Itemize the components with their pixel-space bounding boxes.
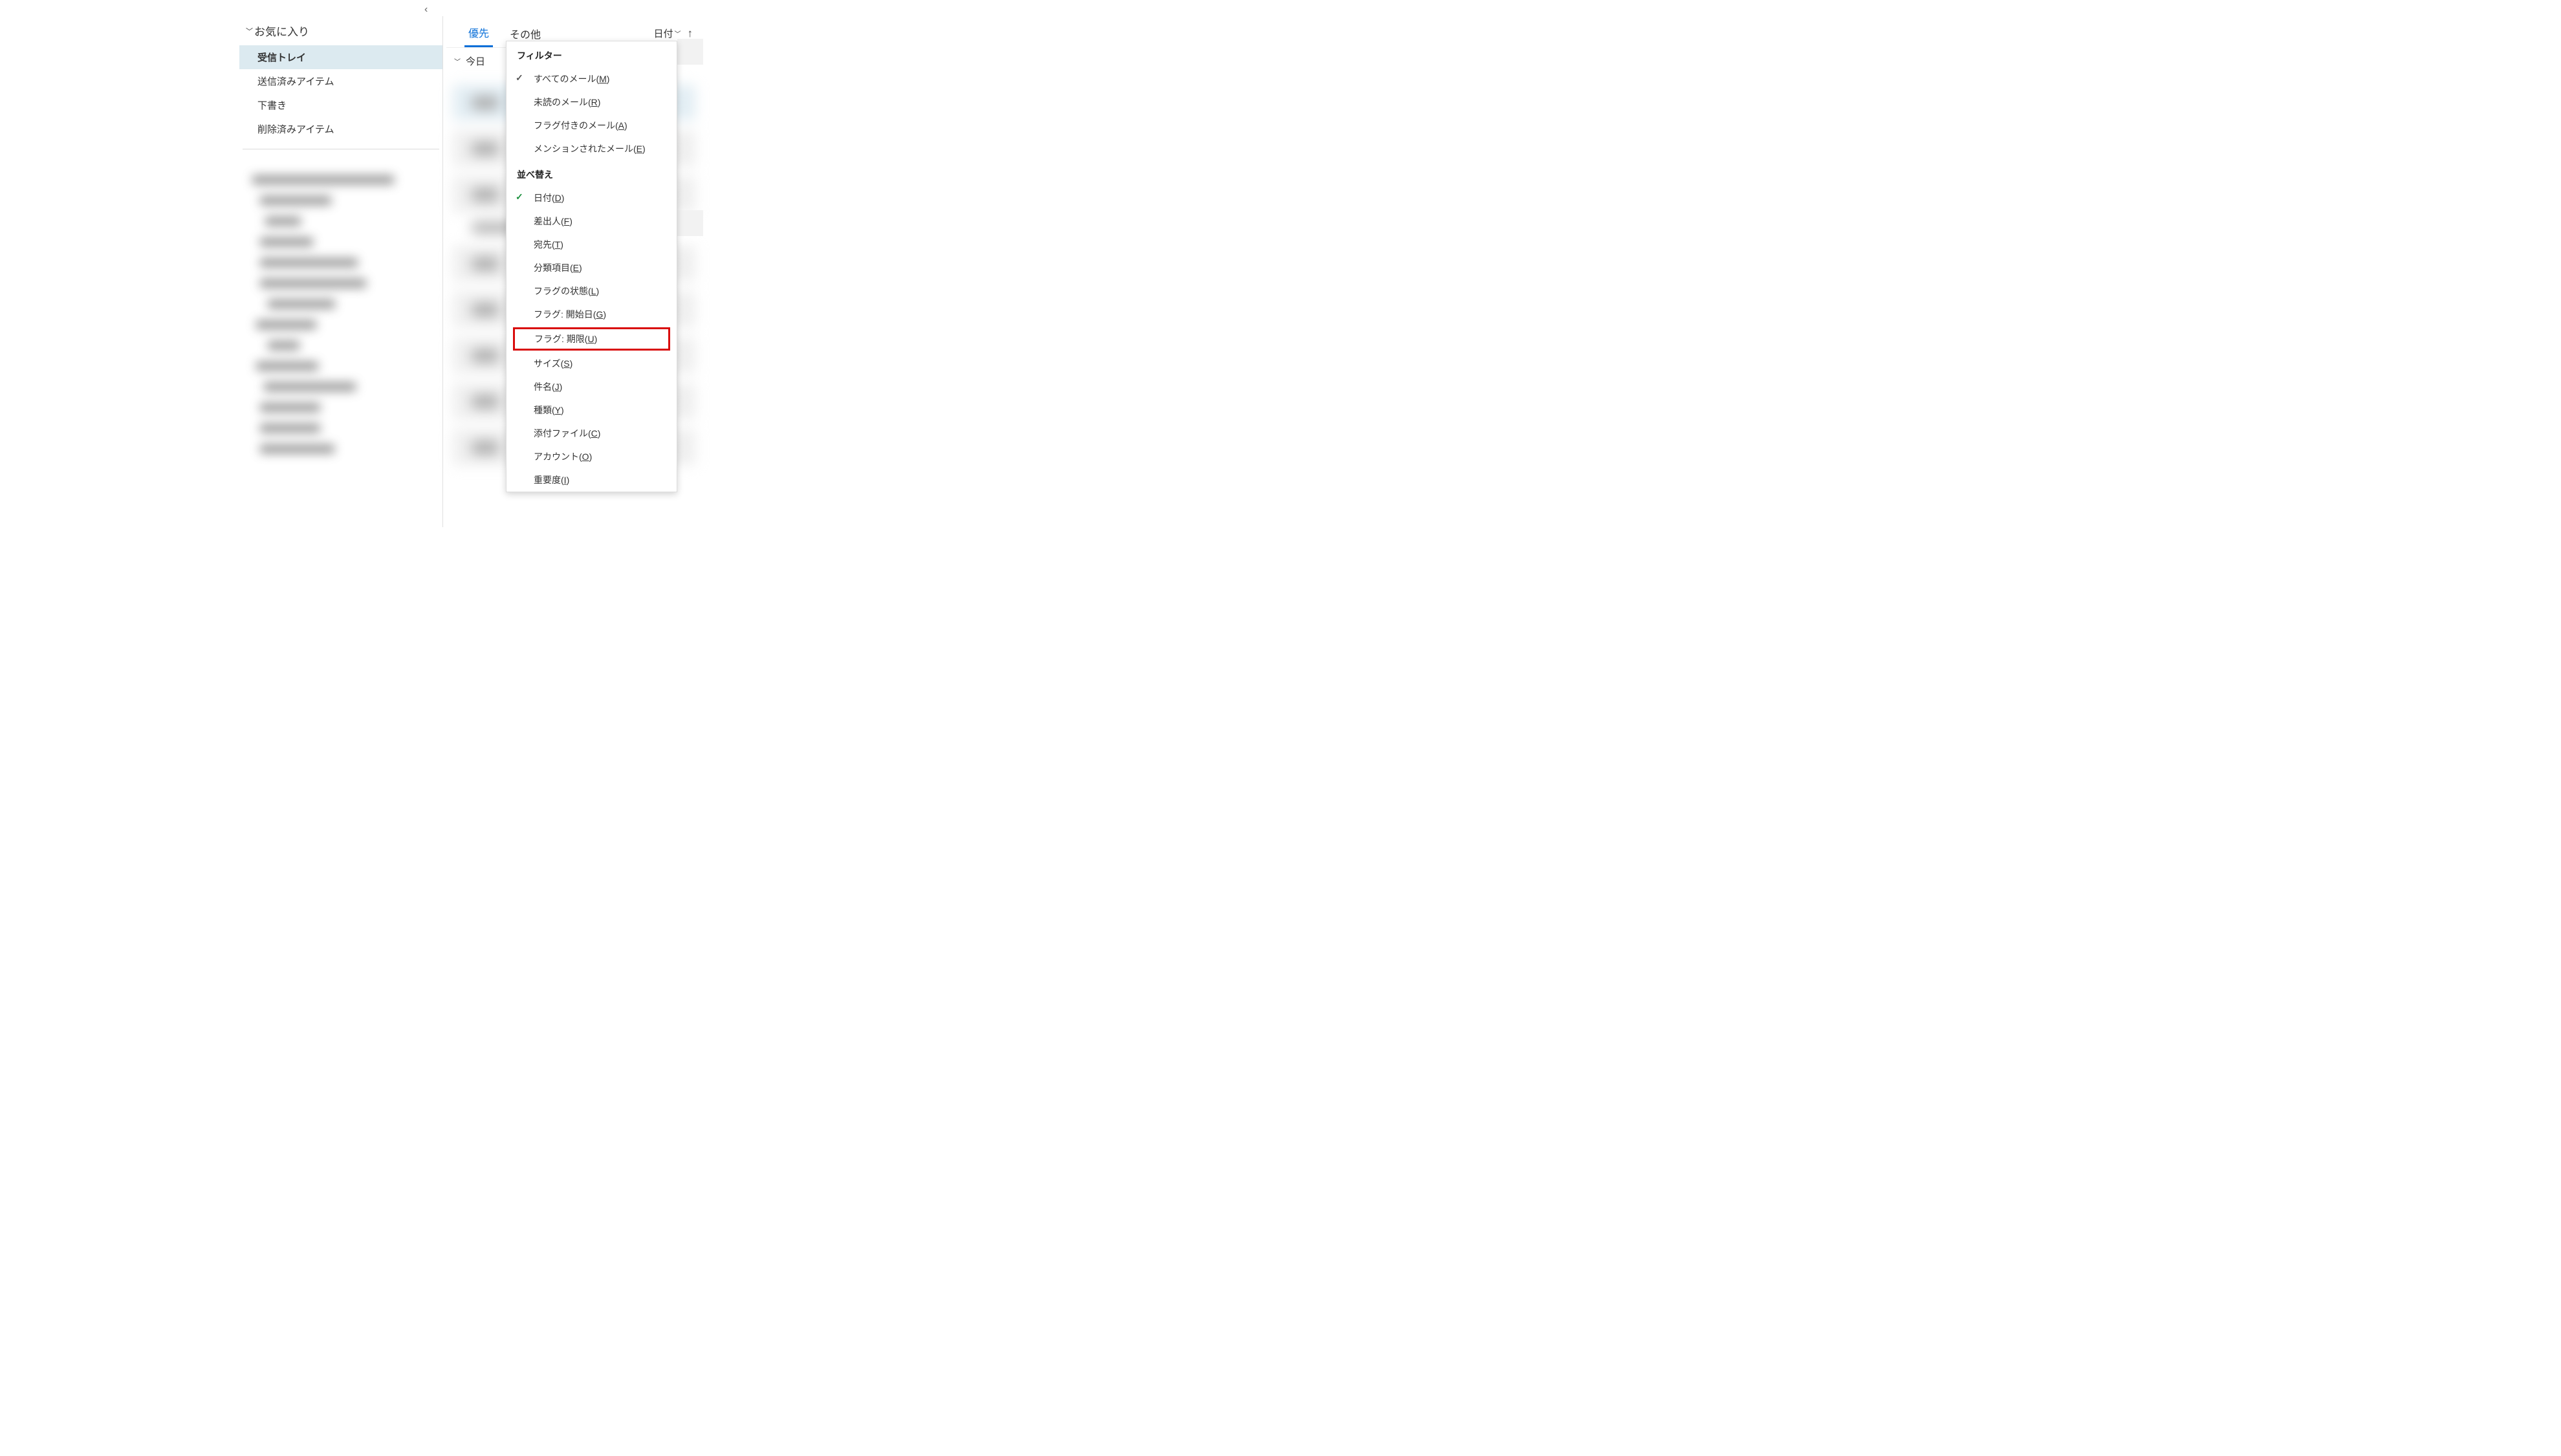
chevron-down-icon: ﹀ — [675, 28, 681, 38]
folder-item-2[interactable]: 下書き — [239, 93, 442, 117]
sort-item-label: アカウント( — [534, 451, 582, 462]
accelerator-key: U — [587, 334, 594, 344]
accelerator-key: M — [599, 74, 607, 84]
chevron-down-icon: ﹀ — [246, 26, 253, 36]
sort-item-8[interactable]: 件名(J) — [507, 375, 677, 398]
sort-item-12[interactable]: 重要度(I) — [507, 468, 677, 492]
sort-item-suffix: ) — [594, 334, 598, 344]
accelerator-key: O — [582, 451, 589, 462]
accelerator-key: E — [573, 263, 579, 273]
sort-item-label: 重要度( — [534, 475, 564, 485]
accelerator-key: S — [563, 358, 569, 369]
sort-item-4[interactable]: フラグの状態(L) — [507, 279, 677, 303]
accelerator-key: T — [555, 239, 561, 250]
sort-item-2[interactable]: 宛先(T) — [507, 233, 677, 256]
filter-item-label: すべてのメール( — [534, 74, 599, 84]
accelerator-key: G — [596, 309, 603, 320]
accelerator-key: E — [637, 144, 642, 154]
sort-item-label: フラグ: 開始日( — [534, 309, 596, 320]
accelerator-key: J — [555, 382, 560, 392]
sort-item-label: サイズ( — [534, 358, 563, 369]
filter-item-label: メンションされたメール( — [534, 144, 637, 154]
filter-item-label: フラグ付きのメール( — [534, 120, 618, 131]
sort-item-suffix: ) — [569, 216, 572, 226]
folder-list: 受信トレイ送信済みアイテム下書き削除済みアイテム — [239, 45, 442, 141]
check-icon: ✓ — [516, 191, 523, 202]
sort-item-label: 分類項目( — [534, 263, 573, 273]
sort-item-11[interactable]: アカウント(O) — [507, 445, 677, 468]
filter-item-2[interactable]: フラグ付きのメール(A) — [507, 114, 677, 137]
sort-item-suffix: ) — [560, 382, 563, 392]
sort-label: 日付 — [653, 27, 673, 40]
accelerator-key: C — [591, 428, 598, 439]
sort-item-label: フラグの状態( — [534, 286, 591, 296]
sort-item-label: 差出人( — [534, 216, 564, 226]
sort-item-9[interactable]: 種類(Y) — [507, 398, 677, 422]
sort-item-suffix: ) — [561, 193, 565, 203]
sort-item-suffix: ) — [598, 428, 601, 439]
sort-item-label: 日付( — [534, 193, 555, 203]
sort-item-suffix: ) — [579, 263, 582, 273]
sidebar: ﹀ お気に入り 受信トレイ送信済みアイテム下書き削除済みアイテム — [239, 16, 443, 527]
folder-item-1[interactable]: 送信済みアイテム — [239, 69, 442, 93]
sort-item-1[interactable]: 差出人(F) — [507, 210, 677, 233]
date-group-label: 今日 — [466, 54, 485, 68]
sort-item-0[interactable]: ✓ 日付(D) — [507, 186, 677, 210]
check-icon: ✓ — [516, 72, 523, 83]
sort-item-label: 添付ファイル( — [534, 428, 591, 439]
sort-item-5[interactable]: フラグ: 開始日(G) — [507, 303, 677, 326]
chevron-down-icon: ﹀ — [454, 56, 461, 66]
sort-item-suffix: ) — [570, 358, 573, 369]
filter-item-0[interactable]: ✓ すべてのメール(M) — [507, 67, 677, 91]
favorites-label: お気に入り — [254, 23, 309, 39]
sort-item-suffix: ) — [560, 239, 563, 250]
sort-filter-dropdown: フィルター ✓すべてのメール(M)未読のメール(R)フラグ付きのメール(A)メン… — [506, 41, 677, 492]
accelerator-key: A — [618, 120, 624, 131]
accelerator-key: R — [591, 97, 598, 107]
sort-item-suffix: ) — [561, 405, 564, 415]
filter-item-3[interactable]: メンションされたメール(E) — [507, 137, 677, 160]
filter-item-suffix: ) — [642, 144, 646, 154]
sort-item-7[interactable]: サイズ(S) — [507, 352, 677, 375]
sort-item-suffix: ) — [567, 475, 570, 485]
collapse-handle-icon[interactable]: ‹ — [424, 4, 428, 16]
filter-section-header: フィルター — [507, 41, 677, 67]
accelerator-key: F — [564, 216, 570, 226]
sort-item-3[interactable]: 分類項目(E) — [507, 256, 677, 279]
sort-direction-icon[interactable]: ↑ — [685, 27, 696, 40]
sort-item-suffix: ) — [589, 451, 593, 462]
redacted-tree — [239, 157, 442, 472]
sort-item-suffix: ) — [603, 309, 606, 320]
sort-dropdown-button[interactable]: 日付 ﹀ — [653, 27, 681, 40]
sort-item-label: 宛先( — [534, 239, 555, 250]
folder-item-3[interactable]: 削除済みアイテム — [239, 117, 442, 141]
filter-item-suffix: ) — [624, 120, 627, 131]
filter-item-suffix: ) — [598, 97, 601, 107]
sort-item-label: 種類( — [534, 405, 555, 415]
sort-item-10[interactable]: 添付ファイル(C) — [507, 422, 677, 445]
favorites-header[interactable]: ﹀ お気に入り — [239, 16, 442, 45]
sort-item-label: フラグ: 期限( — [534, 334, 587, 344]
tab-focused[interactable]: 優先 — [464, 19, 493, 47]
accelerator-key: Y — [555, 405, 561, 415]
filter-item-label: 未読のメール( — [534, 97, 591, 107]
sort-item-label: 件名( — [534, 382, 555, 392]
folder-item-0[interactable]: 受信トレイ — [239, 45, 442, 69]
tabs-right: 日付 ﹀ ↑ — [653, 27, 695, 40]
right-edge — [677, 39, 703, 524]
sort-item-6[interactable]: フラグ: 期限(U) — [513, 327, 670, 351]
filter-item-suffix: ) — [607, 74, 610, 84]
accelerator-key: D — [555, 193, 561, 203]
sort-item-suffix: ) — [596, 286, 599, 296]
sort-section-header: 並べ替え — [507, 160, 677, 186]
filter-item-1[interactable]: 未読のメール(R) — [507, 91, 677, 114]
